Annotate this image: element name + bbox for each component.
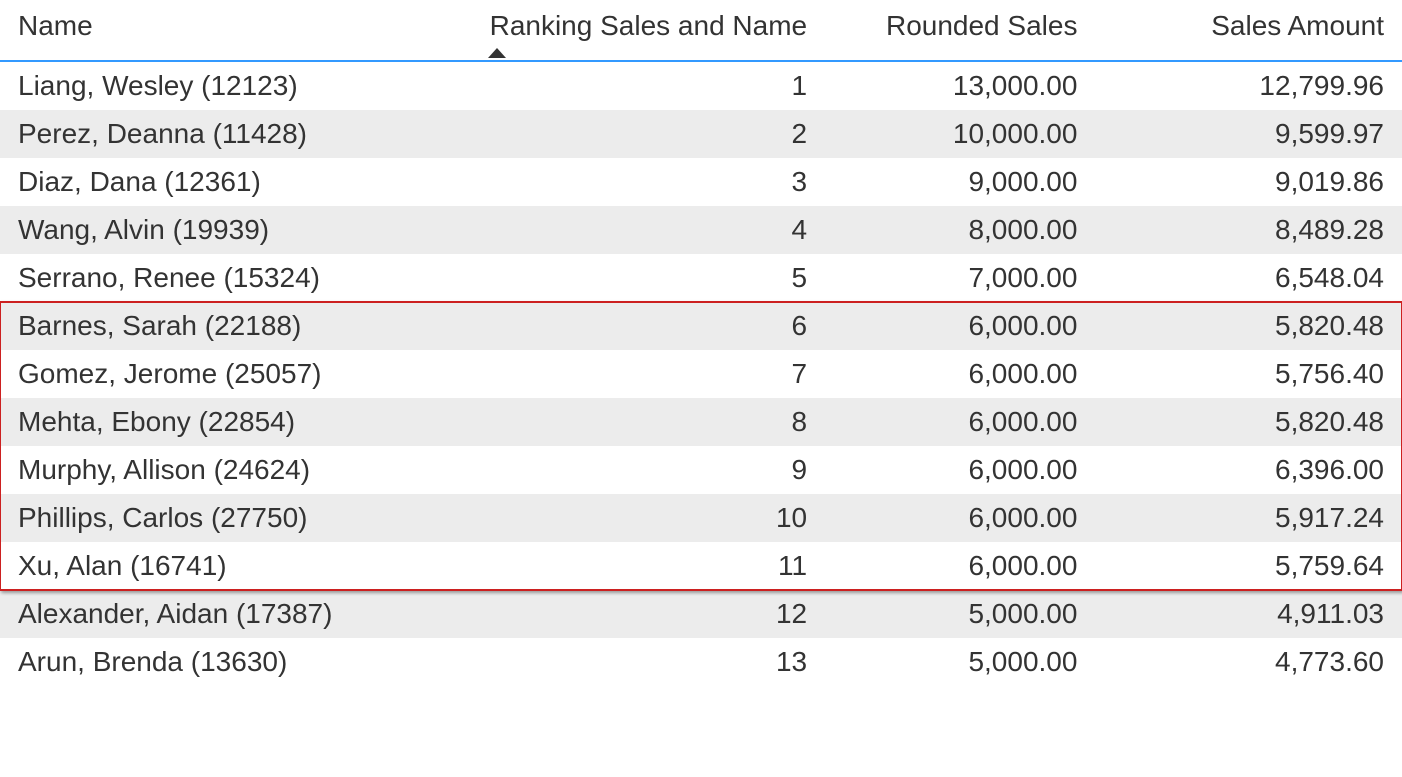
sort-asc-icon — [488, 48, 506, 58]
col-header-ranking[interactable]: Ranking Sales and Name — [470, 0, 825, 61]
col-header-rounded[interactable]: Rounded Sales — [825, 0, 1095, 61]
cell-ranking: 2 — [470, 110, 825, 158]
cell-ranking: 3 — [470, 158, 825, 206]
cell-ranking: 4 — [470, 206, 825, 254]
cell-sales: 9,599.97 — [1095, 110, 1402, 158]
table-row[interactable]: Perez, Deanna (11428)210,000.009,599.97 — [0, 110, 1402, 158]
cell-name: Arun, Brenda (13630) — [0, 638, 470, 686]
cell-sales: 5,820.48 — [1095, 398, 1402, 446]
cell-name: Murphy, Allison (24624) — [0, 446, 470, 494]
col-header-name[interactable]: Name — [0, 0, 470, 61]
cell-sales: 9,019.86 — [1095, 158, 1402, 206]
table-row[interactable]: Phillips, Carlos (27750)106,000.005,917.… — [0, 494, 1402, 542]
cell-ranking: 7 — [470, 350, 825, 398]
sales-table: Name Ranking Sales and Name Rounded Sale… — [0, 0, 1402, 686]
table-row[interactable]: Wang, Alvin (19939)48,000.008,489.28 — [0, 206, 1402, 254]
cell-name: Serrano, Renee (15324) — [0, 254, 470, 302]
col-header-sales[interactable]: Sales Amount — [1095, 0, 1402, 61]
cell-sales: 6,396.00 — [1095, 446, 1402, 494]
cell-rounded: 6,000.00 — [825, 446, 1095, 494]
cell-rounded: 9,000.00 — [825, 158, 1095, 206]
cell-name: Xu, Alan (16741) — [0, 542, 470, 590]
cell-name: Wang, Alvin (19939) — [0, 206, 470, 254]
cell-sales: 5,820.48 — [1095, 302, 1402, 350]
table-row[interactable]: Diaz, Dana (12361)39,000.009,019.86 — [0, 158, 1402, 206]
cell-sales: 12,799.96 — [1095, 61, 1402, 110]
table-row[interactable]: Alexander, Aidan (17387)125,000.004,911.… — [0, 590, 1402, 638]
cell-ranking: 9 — [470, 446, 825, 494]
cell-rounded: 7,000.00 — [825, 254, 1095, 302]
table-row[interactable]: Arun, Brenda (13630)135,000.004,773.60 — [0, 638, 1402, 686]
cell-sales: 6,548.04 — [1095, 254, 1402, 302]
cell-name: Barnes, Sarah (22188) — [0, 302, 470, 350]
cell-name: Alexander, Aidan (17387) — [0, 590, 470, 638]
table-row[interactable]: Mehta, Ebony (22854)86,000.005,820.48 — [0, 398, 1402, 446]
table-row[interactable]: Xu, Alan (16741)116,000.005,759.64 — [0, 542, 1402, 590]
cell-sales: 5,917.24 — [1095, 494, 1402, 542]
cell-ranking: 12 — [470, 590, 825, 638]
cell-name: Diaz, Dana (12361) — [0, 158, 470, 206]
cell-rounded: 6,000.00 — [825, 494, 1095, 542]
table-row[interactable]: Gomez, Jerome (25057)76,000.005,756.40 — [0, 350, 1402, 398]
cell-ranking: 8 — [470, 398, 825, 446]
cell-rounded: 5,000.00 — [825, 638, 1095, 686]
col-header-ranking-label: Ranking Sales and Name — [490, 10, 808, 41]
table-row[interactable]: Serrano, Renee (15324)57,000.006,548.04 — [0, 254, 1402, 302]
cell-name: Perez, Deanna (11428) — [0, 110, 470, 158]
table-row[interactable]: Liang, Wesley (12123)113,000.0012,799.96 — [0, 61, 1402, 110]
cell-rounded: 5,000.00 — [825, 590, 1095, 638]
table-row[interactable]: Barnes, Sarah (22188)66,000.005,820.48 — [0, 302, 1402, 350]
cell-rounded: 6,000.00 — [825, 302, 1095, 350]
cell-rounded: 6,000.00 — [825, 350, 1095, 398]
cell-ranking: 1 — [470, 61, 825, 110]
cell-ranking: 5 — [470, 254, 825, 302]
cell-name: Liang, Wesley (12123) — [0, 61, 470, 110]
cell-rounded: 10,000.00 — [825, 110, 1095, 158]
cell-ranking: 6 — [470, 302, 825, 350]
cell-rounded: 13,000.00 — [825, 61, 1095, 110]
header-row: Name Ranking Sales and Name Rounded Sale… — [0, 0, 1402, 61]
cell-name: Gomez, Jerome (25057) — [0, 350, 470, 398]
table-row[interactable]: Murphy, Allison (24624)96,000.006,396.00 — [0, 446, 1402, 494]
cell-rounded: 6,000.00 — [825, 542, 1095, 590]
cell-name: Phillips, Carlos (27750) — [0, 494, 470, 542]
cell-ranking: 10 — [470, 494, 825, 542]
cell-sales: 4,911.03 — [1095, 590, 1402, 638]
cell-sales: 4,773.60 — [1095, 638, 1402, 686]
cell-name: Mehta, Ebony (22854) — [0, 398, 470, 446]
cell-rounded: 8,000.00 — [825, 206, 1095, 254]
cell-ranking: 11 — [470, 542, 825, 590]
cell-ranking: 13 — [470, 638, 825, 686]
cell-rounded: 6,000.00 — [825, 398, 1095, 446]
cell-sales: 5,759.64 — [1095, 542, 1402, 590]
cell-sales: 5,756.40 — [1095, 350, 1402, 398]
cell-sales: 8,489.28 — [1095, 206, 1402, 254]
